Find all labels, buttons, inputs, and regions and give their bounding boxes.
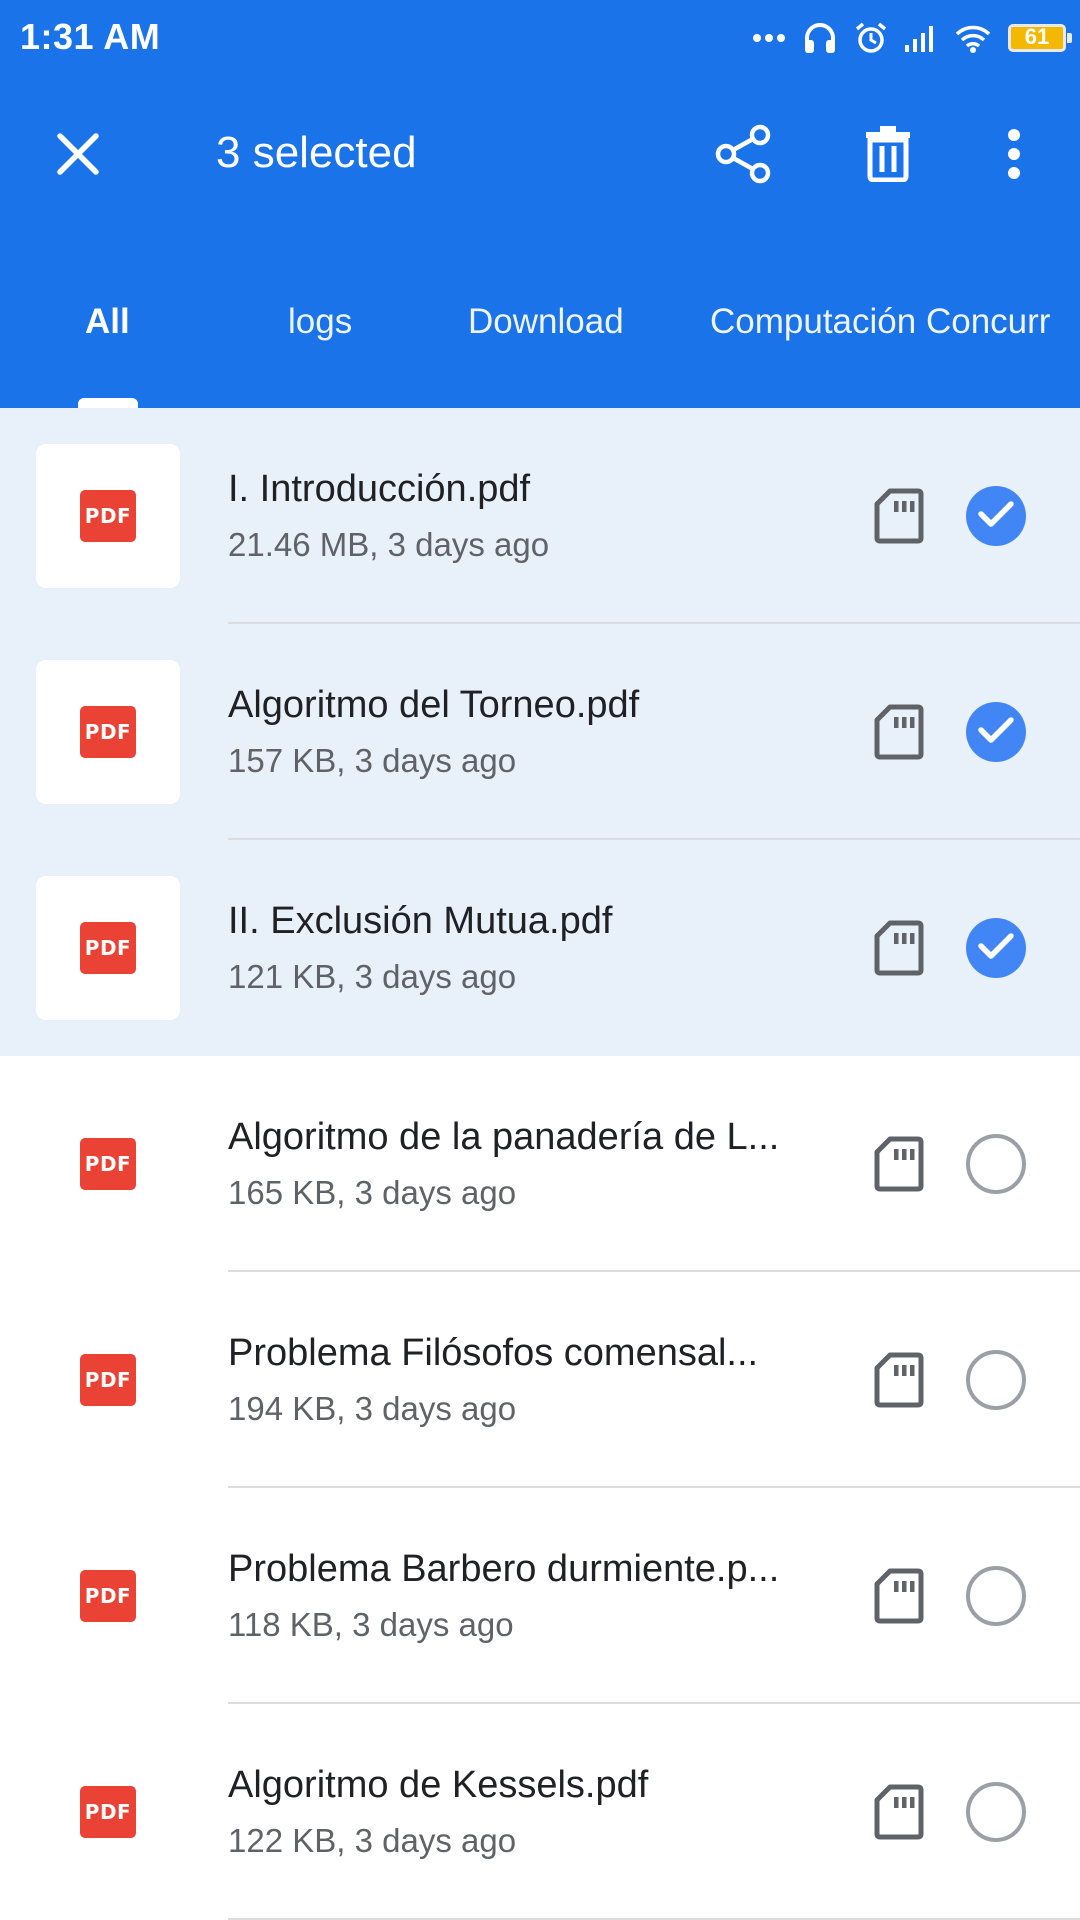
sd-card-icon — [874, 704, 924, 765]
file-name: Algoritmo de Kessels.pdf — [228, 1764, 649, 1806]
file-row[interactable]: PDF Algoritmo de Kessels.pdf 122 KB, 3 d… — [0, 1704, 1080, 1920]
check-icon — [978, 500, 1014, 533]
file-thumbnail: PDF — [36, 1740, 180, 1884]
app-bar: 1:31 AM 61 3 selected All logs Download … — [0, 0, 1080, 408]
sd-card-icon — [874, 920, 924, 981]
signal-icon — [904, 23, 938, 53]
tab-computacion-concurrente[interactable]: Computación Concurr — [710, 302, 1050, 342]
selection-circle[interactable] — [966, 1782, 1026, 1842]
sd-card-icon — [874, 1568, 924, 1629]
alarm-icon — [854, 21, 888, 55]
file-name: Problema Filósofos comensal... — [228, 1332, 759, 1374]
file-thumbnail: PDF — [36, 660, 180, 804]
pdf-icon: PDF — [80, 1138, 136, 1190]
file-thumbnail: PDF — [36, 1092, 180, 1236]
battery-level: 61 — [1024, 24, 1050, 49]
status-time: 1:31 AM — [20, 16, 161, 57]
pdf-icon: PDF — [80, 706, 136, 758]
tab-logs[interactable]: logs — [288, 302, 352, 342]
pdf-icon: PDF — [80, 1354, 136, 1406]
active-tab-indicator — [78, 398, 138, 408]
file-row[interactable]: PDF Problema Filósofos comensal... 194 K… — [0, 1272, 1080, 1488]
battery-icon: 61 — [1008, 24, 1072, 52]
selection-check[interactable] — [966, 918, 1026, 978]
selection-circle[interactable] — [966, 1350, 1026, 1410]
file-name: Algoritmo del Torneo.pdf — [228, 684, 640, 726]
file-thumbnail: PDF — [36, 1524, 180, 1668]
close-selection-button[interactable] — [30, 108, 126, 204]
selection-circle[interactable] — [966, 1566, 1026, 1626]
selection-check[interactable] — [966, 702, 1026, 762]
file-row[interactable]: PDF Problema Barbero durmiente.p... 118 … — [0, 1488, 1080, 1704]
file-meta: 122 KB, 3 days ago — [228, 1822, 517, 1859]
delete-button[interactable] — [840, 108, 936, 204]
file-name: II. Exclusión Mutua.pdf — [228, 900, 613, 942]
sd-card-icon — [874, 1136, 924, 1197]
file-row[interactable]: PDF II. Exclusión Mutua.pdf 121 KB, 3 da… — [0, 840, 1080, 1056]
file-meta: 21.46 MB, 3 days ago — [228, 526, 550, 563]
file-meta: 121 KB, 3 days ago — [228, 958, 517, 995]
sd-card-icon — [874, 1352, 924, 1413]
file-thumbnail: PDF — [36, 444, 180, 588]
file-row[interactable]: PDF Algoritmo de la panadería de L... 16… — [0, 1056, 1080, 1272]
more-vert-icon — [1007, 128, 1021, 185]
file-name: Problema Barbero durmiente.p... — [228, 1548, 780, 1590]
share-icon — [714, 123, 774, 190]
selection-circle[interactable] — [966, 1134, 1026, 1194]
sd-card-icon — [874, 1784, 924, 1845]
tab-all[interactable]: All — [85, 302, 130, 342]
file-meta: 165 KB, 3 days ago — [228, 1174, 517, 1211]
check-icon — [978, 716, 1014, 749]
sd-card-icon — [874, 488, 924, 549]
file-name: I. Introducción.pdf — [228, 468, 531, 510]
file-thumbnail: PDF — [36, 876, 180, 1020]
pdf-icon: PDF — [80, 1570, 136, 1622]
share-button[interactable] — [696, 108, 792, 204]
status-bar: 1:31 AM 61 — [0, 0, 1080, 76]
tab-download[interactable]: Download — [468, 302, 624, 342]
file-meta: 194 KB, 3 days ago — [228, 1390, 517, 1427]
selection-check[interactable] — [966, 486, 1026, 546]
pdf-icon: PDF — [80, 922, 136, 974]
file-list: PDF I. Introducción.pdf 21.46 MB, 3 days… — [0, 408, 1080, 1920]
headphones-icon — [802, 21, 838, 55]
folder-tabs: All logs Download Computación Concurr — [0, 270, 1080, 408]
selection-toolbar: 3 selected — [0, 100, 1080, 212]
dots-icon — [752, 33, 786, 43]
file-thumbnail: PDF — [36, 1308, 180, 1452]
file-name: Algoritmo de la panadería de L... — [228, 1116, 780, 1158]
file-meta: 157 KB, 3 days ago — [228, 742, 517, 779]
more-options-button[interactable] — [966, 108, 1062, 204]
status-icons: 61 — [752, 18, 1072, 58]
wifi-icon — [954, 23, 992, 53]
file-row[interactable]: PDF Algoritmo del Torneo.pdf 157 KB, 3 d… — [0, 624, 1080, 840]
pdf-icon: PDF — [80, 490, 136, 542]
selection-count-title: 3 selected — [216, 128, 417, 177]
close-icon — [56, 132, 100, 181]
check-icon — [978, 932, 1014, 965]
pdf-icon: PDF — [80, 1786, 136, 1838]
delete-icon — [864, 125, 912, 187]
file-meta: 118 KB, 3 days ago — [228, 1606, 514, 1643]
file-row[interactable]: PDF I. Introducción.pdf 21.46 MB, 3 days… — [0, 408, 1080, 624]
